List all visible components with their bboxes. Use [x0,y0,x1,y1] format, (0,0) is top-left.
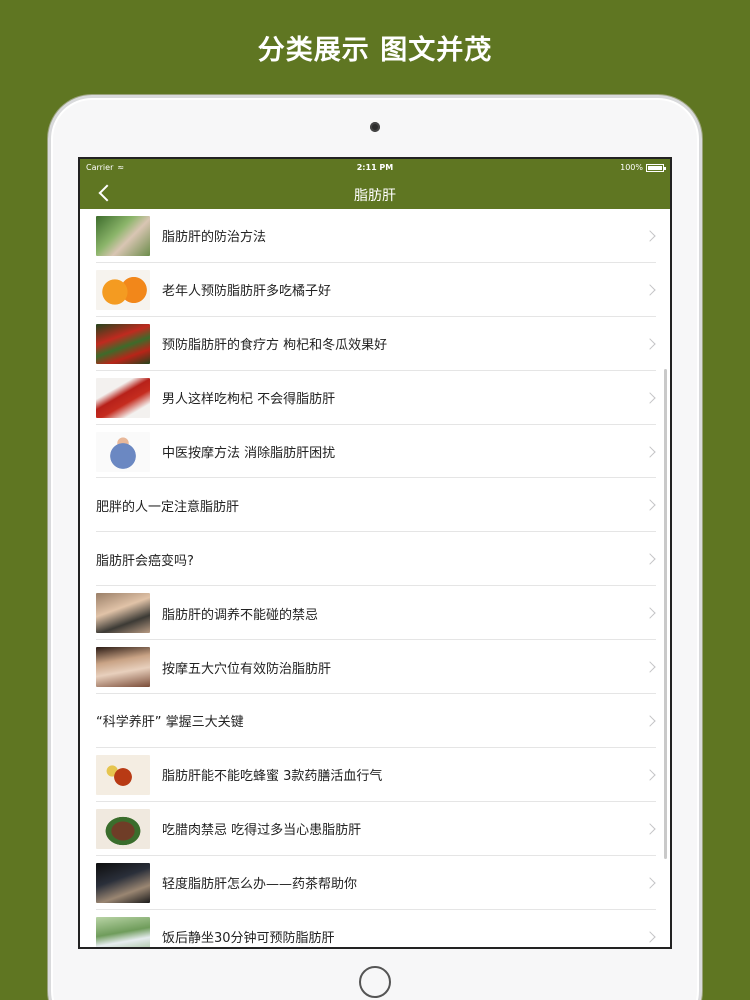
list-item[interactable]: 预防脂肪肝的食疗方 枸杞和冬瓜效果好 [80,317,670,371]
list-item-label: 饭后静坐30分钟可预防脂肪肝 [162,931,335,947]
article-thumbnail [96,215,150,256]
battery-icon [646,163,666,172]
article-thumbnail [96,269,150,310]
list-item-label: 老年人预防脂肪肝多吃橘子好 [162,284,332,300]
chevron-right-icon [644,715,656,727]
list-item[interactable]: 脂肪肝的防治方法 [80,209,670,263]
list-item-label: 按摩五大穴位有效防治脂肪肝 [162,661,332,677]
article-list: 脂肪肝的防治方法 老年人预防脂肪肝多吃橘子好 预防脂肪肝的食疗方 枸杞和冬瓜效果… [80,209,670,947]
chevron-right-icon [644,391,656,404]
chevron-right-icon [644,769,656,781]
list-item-label: 轻度脂肪肝怎么办——药茶帮助你 [162,877,358,893]
chevron-right-icon [644,499,656,512]
nav-bar: 脂肪肝 [80,177,670,209]
chevron-right-icon [644,661,656,673]
chevron-right-icon [644,823,656,835]
list-item-label: 肥胖的人一定注意脂肪肝 [96,499,240,515]
article-thumbnail [96,862,150,903]
list-item[interactable]: 肥胖的人一定注意脂肪肝 [80,478,670,533]
chevron-right-icon [644,284,656,296]
list-item[interactable]: 脂肪肝能不能吃蜂蜜 3款药膳活血行气 [80,748,670,802]
chevron-right-icon [644,230,656,242]
article-thumbnail [96,754,150,795]
list-item[interactable]: 吃腊肉禁忌 吃得过多当心患脂肪肝 [80,802,670,856]
chevron-right-icon [644,553,656,565]
list-item-label: 吃腊肉禁忌 吃得过多当心患脂肪肝 [162,823,362,839]
article-thumbnail [96,916,150,947]
list-item-label: “科学养肝” 掌握三大关键 [96,715,244,731]
article-thumbnail [96,808,150,849]
article-thumbnail [96,377,150,418]
chevron-right-icon [644,607,656,619]
promo-headline: 分类展示 图文并茂 [257,35,493,66]
list-item[interactable]: 脂肪肝会癌变吗? [80,532,670,587]
list-item[interactable]: 轻度脂肪肝怎么办——药茶帮助你 [80,856,670,910]
list-item-label: 预防脂肪肝的食疗方 枸杞和冬瓜效果好 [162,338,388,354]
camera-icon [370,122,380,132]
home-button[interactable] [359,966,391,998]
list-item[interactable]: “科学养肝” 掌握三大关键 [80,694,670,748]
article-thumbnail [96,593,150,634]
list-item[interactable]: 中医按摩方法 消除脂肪肝困扰 [80,425,670,479]
list-item-label: 脂肪肝能不能吃蜂蜜 3款药膳活血行气 [162,769,383,785]
article-thumbnail [96,431,150,472]
list-item[interactable]: 男人这样吃枸杞 不会得脂肪肝 [80,371,670,425]
battery: 100% [620,163,666,172]
app-screen: Carrier ≈ 2:11 PM 100% 脂肪肝 脂肪肝的防治方法 老年人预… [78,157,672,949]
scrollbar[interactable] [664,369,667,859]
list-item-label: 中医按摩方法 消除脂肪肝困扰 [162,446,336,461]
chevron-right-icon [644,338,656,350]
chevron-right-icon [644,930,656,943]
list-item[interactable]: 按摩五大穴位有效防治脂肪肝 [80,640,670,694]
list-item[interactable]: 饭后静坐30分钟可预防脂肪肝 [80,910,670,947]
list-item[interactable]: 老年人预防脂肪肝多吃橘子好 [80,263,670,317]
nav-title: 脂肪肝 [354,188,396,204]
list-item-label: 脂肪肝的调养不能碰的禁忌 [162,607,319,623]
chevron-right-icon [644,445,656,458]
list-item-label: 男人这样吃枸杞 不会得脂肪肝 [162,392,336,408]
list-item-label: 脂肪肝会癌变吗? [96,553,194,569]
status-time: 2:11 PM [356,163,394,172]
list-item-label: 脂肪肝的防治方法 [162,230,267,246]
battery-percent: 100% [620,163,643,172]
list-item[interactable]: 脂肪肝的调养不能碰的禁忌 [80,586,670,641]
status-bar: Carrier ≈ 2:11 PM 100% [80,159,670,177]
chevron-right-icon [644,876,656,889]
article-thumbnail [96,647,150,688]
article-thumbnail [96,323,150,364]
